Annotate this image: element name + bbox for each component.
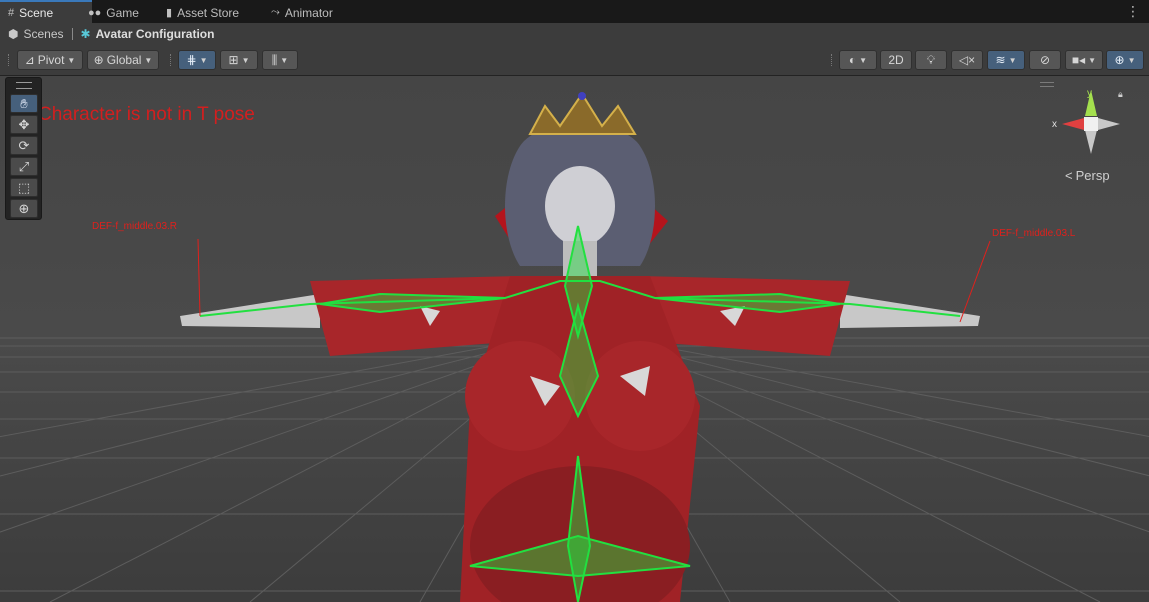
breadcrumb-root-label: Scenes — [23, 27, 64, 41]
rect-transform-icon: ⬚ — [17, 179, 31, 195]
chevron-down-icon: ▼ — [1127, 55, 1136, 65]
rotate-tool-button[interactable]: ⟳ — [10, 136, 38, 155]
projection-toggle[interactable]: < Persp — [1065, 168, 1110, 183]
audio-toggle[interactable]: ◁× — [951, 50, 983, 70]
gizmo-globe-icon: ⊕ — [1114, 53, 1125, 67]
store-bag-icon: ▮ — [166, 7, 173, 19]
chevron-down-icon: ▼ — [1008, 55, 1017, 65]
rotate-icon: ⟳ — [18, 137, 30, 153]
bone-label-left: DEF-f_middle.03.L — [992, 228, 1076, 239]
more-options-icon[interactable]: ⋮ — [1126, 3, 1140, 20]
move-arrows-icon: ✥ — [18, 116, 30, 132]
chevron-down-icon: ▼ — [199, 55, 208, 65]
2d-toggle-button[interactable]: 2D — [880, 50, 912, 70]
projection-label: Persp — [1075, 168, 1110, 183]
ruler-icon: ⫼ — [271, 52, 278, 67]
effects-dropdown[interactable]: ≋ ▼ — [987, 50, 1025, 70]
transform-tools-palette: ✋︎ ✥ ⟳ ⤢ ⬚ ⊕ — [5, 77, 42, 220]
rect-tool-button[interactable]: ⬚ — [10, 178, 38, 197]
chevron-down-icon: ▼ — [859, 55, 868, 65]
tab-label: Game — [106, 5, 139, 20]
view-tool-button[interactable]: ✋︎ — [10, 94, 38, 113]
scale-icon: ⤢ — [18, 158, 30, 174]
perspective-chevron-icon: < — [1065, 168, 1073, 183]
lightbulb-icon: 💡︎ — [926, 52, 936, 67]
breadcrumb-current-label: Avatar Configuration — [95, 27, 215, 41]
unity-scene-window: # Scene ●● Game ▮ Asset Store ⤳ Animator… — [0, 0, 1149, 602]
toolbar-grip — [170, 54, 173, 66]
pivot-icon: ⊿ — [24, 53, 35, 67]
scene-visibility-toggle[interactable]: ⊘ — [1029, 50, 1061, 70]
gizmo-drag-handle[interactable] — [1040, 82, 1054, 87]
tab-label: Scene — [19, 5, 54, 20]
shading-mode-dropdown[interactable]: ◐ ▼ — [839, 50, 877, 70]
chevron-down-icon: ▼ — [241, 55, 250, 65]
tab-label: Asset Store — [177, 5, 240, 20]
scene-viewport[interactable]: 🔒︎ x y < Persp — [0, 76, 1149, 602]
scene-render — [0, 76, 1149, 602]
snap-increment-dropdown[interactable]: ⊞ ▼ — [220, 50, 258, 70]
tab-animator[interactable]: ⤳ Animator — [263, 2, 341, 23]
increment-snap-dropdown[interactable]: ⫼ ▼ — [262, 50, 298, 70]
chevron-down-icon: ▼ — [67, 55, 76, 65]
camera-settings-dropdown[interactable]: ■◂ ▼ — [1065, 50, 1103, 70]
bone-label-right: DEF-f_middle.03.R — [92, 221, 178, 232]
t-pose-warning: Character is not in T pose — [38, 104, 255, 125]
chevron-down-icon: ▼ — [280, 55, 289, 65]
gizmo-axis-y-label: y — [1087, 88, 1092, 99]
gizmos-dropdown[interactable]: ⊕ ▼ — [1106, 50, 1144, 70]
toolbar-grip — [8, 54, 11, 66]
shaded-sphere-icon: ◐ — [848, 53, 857, 67]
snap-increment-icon: ⊞ — [228, 53, 239, 67]
scene-toolbar: ⊿ Pivot ▼ ⊕ Global ▼ ⋕ ▼ ⊞ ▼ ⫼ ▼ ◐ ▼ 2D — [0, 45, 1149, 76]
hand-icon: ✋︎ — [20, 95, 28, 111]
lock-icon[interactable]: 🔒︎ — [1118, 89, 1123, 100]
chevron-down-icon: ▼ — [1088, 55, 1097, 65]
tab-bar: # Scene ●● Game ▮ Asset Store ⤳ Animator… — [0, 0, 1149, 23]
breadcrumb-scenes[interactable]: ⬢ Scenes — [0, 27, 64, 41]
2d-label: 2D — [888, 53, 904, 67]
transform-gizmo-icon: ⊕ — [18, 200, 30, 216]
transform-tool-button[interactable]: ⊕ — [10, 199, 38, 218]
scale-tool-button[interactable]: ⤢ — [10, 157, 38, 176]
global-label: Global — [106, 53, 142, 67]
tab-asset-store[interactable]: ▮ Asset Store — [158, 2, 247, 23]
pivot-dropdown[interactable]: ⊿ Pivot ▼ — [17, 50, 83, 70]
pivot-label: Pivot — [37, 53, 65, 67]
layers-icon: ≋ — [995, 53, 1006, 67]
palette-drag-handle[interactable] — [16, 82, 32, 89]
breadcrumb: ⬢ Scenes ✱ Avatar Configuration — [0, 23, 1149, 45]
grid-icon: # — [8, 6, 15, 19]
avatar-figure-icon: ✱ — [80, 27, 91, 41]
breadcrumb-avatar-configuration[interactable]: ✱ Avatar Configuration — [73, 27, 215, 41]
grid-snapping-toggle[interactable]: ⋕ ▼ — [178, 50, 216, 70]
toolbar-grip — [831, 54, 834, 66]
snap-grid-icon: ⋕ — [186, 53, 197, 67]
eye-slash-icon: ⊘ — [1039, 53, 1051, 67]
gizmo-axis-x-label: x — [1052, 119, 1057, 130]
speaker-muted-icon: ◁× — [958, 53, 976, 67]
lighting-toggle[interactable]: 💡︎ — [915, 50, 947, 70]
global-dropdown[interactable]: ⊕ Global ▼ — [87, 50, 159, 70]
move-tool-button[interactable]: ✥ — [10, 115, 38, 134]
tab-scene[interactable]: # Scene — [0, 0, 92, 23]
globe-icon: ⊕ — [93, 53, 104, 67]
unity-logo-icon: ⬢ — [8, 27, 19, 41]
tab-label: Animator — [284, 5, 333, 20]
tab-game[interactable]: ●● Game — [80, 2, 147, 23]
camera-icon: ■◂ — [1071, 53, 1086, 67]
gamepad-icon: ●● — [88, 6, 102, 19]
chevron-down-icon: ▼ — [144, 55, 153, 65]
animator-graph-icon: ⤳ — [271, 6, 280, 18]
